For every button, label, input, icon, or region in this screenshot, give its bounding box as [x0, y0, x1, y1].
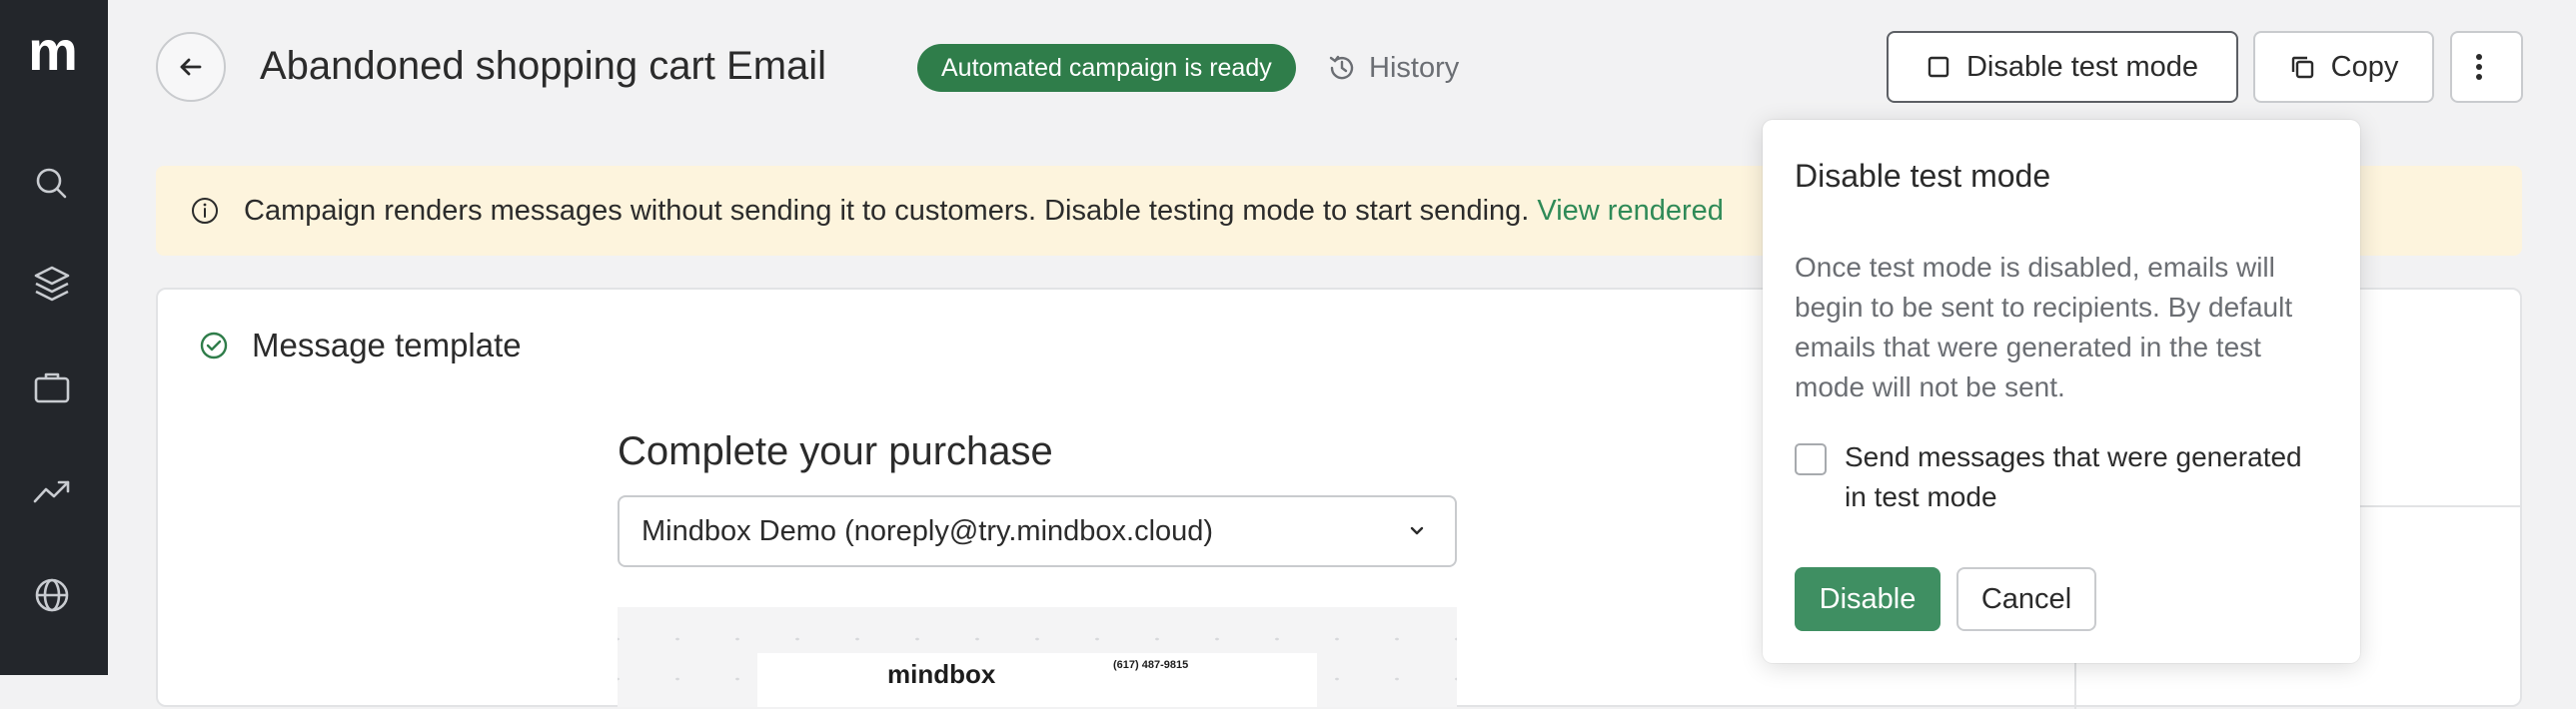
sender-value: Mindbox Demo (noreply@try.mindbox.cloud): [642, 515, 1214, 547]
mindbox-logo[interactable]: m: [24, 23, 82, 82]
square-icon: [1928, 56, 1949, 78]
email-subject: Complete your purchase: [618, 429, 1053, 473]
info-icon: [192, 198, 218, 224]
copy-icon: [2291, 56, 2313, 79]
disable-button[interactable]: Disable: [1795, 567, 1940, 631]
sender-select[interactable]: Mindbox Demo (noreply@try.mindbox.cloud): [618, 495, 1457, 567]
layers-icon[interactable]: [30, 262, 74, 306]
more-vertical-icon: [2475, 54, 2482, 80]
popover-description: Once test mode is disabled, emails will …: [1795, 252, 2293, 402]
card-title: Message template: [252, 327, 522, 363]
popover-title: Disable test mode: [1795, 158, 2051, 194]
banner-message: Campaign renders messages without sendin…: [244, 166, 1724, 256]
back-button[interactable]: [156, 32, 226, 102]
send-test-messages-label[interactable]: Send messages that were generated in tes…: [1845, 437, 2324, 517]
history-icon: [1329, 55, 1354, 80]
globe-icon[interactable]: [30, 573, 74, 617]
disable-test-mode-popover: Disable test mode Once test mode is disa…: [1763, 120, 2360, 663]
trend-up-icon[interactable]: [30, 469, 74, 513]
chevron-down-icon: [1410, 526, 1424, 535]
briefcase-icon[interactable]: [30, 365, 74, 409]
status-badge: Automated campaign is ready: [917, 44, 1296, 92]
check-circle-icon: [200, 332, 228, 359]
search-icon[interactable]: [30, 162, 74, 206]
disable-test-mode-label: Disable test mode: [1965, 50, 2199, 83]
send-test-messages-checkbox[interactable]: [1795, 443, 1827, 475]
history-link[interactable]: History: [1327, 48, 1459, 88]
copy-button[interactable]: Copy: [2253, 31, 2434, 103]
email-preview-frame: mindbox (617) 487-9815: [757, 653, 1317, 707]
email-preview: mindbox (617) 487-9815: [618, 607, 1457, 707]
banner-text: Campaign renders messages without sendin…: [244, 195, 1530, 227]
sidebar: m: [0, 0, 108, 675]
view-rendered-link[interactable]: View rendered: [1537, 195, 1723, 227]
page-title: Abandoned shopping cart Email: [260, 44, 827, 88]
more-options-button[interactable]: [2450, 31, 2523, 103]
disable-test-mode-button[interactable]: Disable test mode: [1887, 31, 2238, 103]
history-label: History: [1369, 51, 1460, 84]
preview-phone: (617) 487-9815: [1113, 659, 1189, 671]
cancel-button[interactable]: Cancel: [1956, 567, 2096, 631]
copy-label: Copy: [2330, 50, 2399, 83]
arrow-left-icon: [180, 58, 202, 76]
